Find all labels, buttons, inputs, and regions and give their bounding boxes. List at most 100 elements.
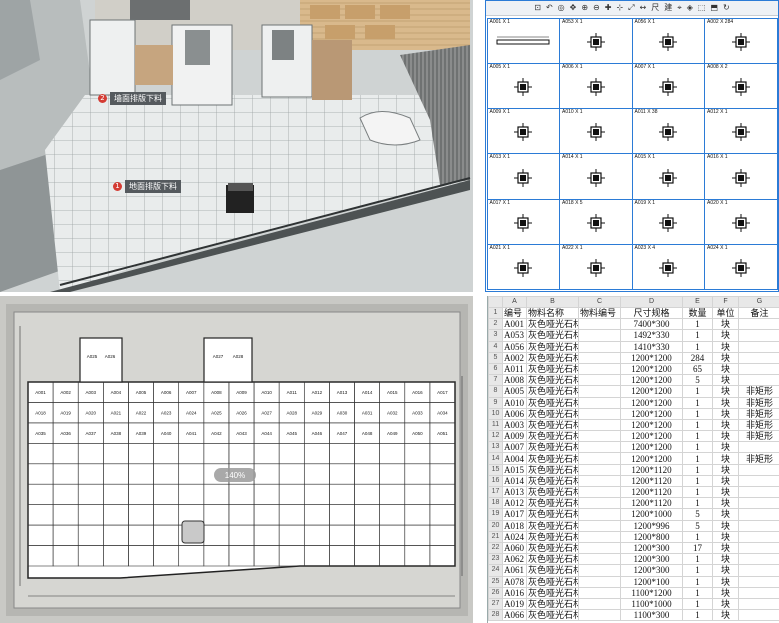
table-cell[interactable]: A012	[502, 497, 527, 510]
table-cell[interactable]	[578, 474, 621, 488]
table-cell[interactable]: 灰色哑光石材	[526, 575, 579, 588]
table-cell[interactable]: A007	[502, 441, 527, 454]
table-cell[interactable]: 17	[682, 541, 713, 555]
table-cell[interactable]: 编号	[502, 306, 527, 320]
table-row[interactable]: 23 A062 灰色哑光石材 1200*300 1 块	[488, 553, 779, 566]
table-cell[interactable]: 1	[682, 318, 713, 331]
table-cell[interactable]	[738, 597, 779, 611]
tile-drawing-cell[interactable]: A010 X 1	[559, 108, 633, 155]
row-number[interactable]: 5	[488, 351, 503, 364]
table-cell[interactable]	[738, 362, 779, 376]
row-number[interactable]: 2	[488, 318, 503, 331]
table-cell[interactable]	[738, 463, 779, 476]
row-number[interactable]: 13	[488, 441, 503, 454]
table-cell[interactable]: 块	[712, 351, 739, 364]
table-cell[interactable]: 1	[682, 553, 713, 566]
table-row[interactable]: 7 A008 灰色哑光石材 1200*1200 5 块	[488, 374, 779, 387]
tile-drawing-cell[interactable]: A020 X 1	[704, 198, 778, 246]
toolbar-tool-icon[interactable]: ⊖	[593, 2, 600, 14]
row-number[interactable]: 20	[488, 519, 503, 532]
table-cell[interactable]: 灰色哑光石材	[526, 374, 579, 387]
row-number[interactable]: 9	[488, 396, 503, 409]
table-cell[interactable]: 灰色哑光石材	[526, 407, 579, 420]
table-cell[interactable]	[738, 318, 779, 331]
table-cell[interactable]	[738, 474, 779, 488]
table-cell[interactable]: 块	[712, 430, 739, 443]
column-header[interactable]: D	[620, 296, 683, 308]
column-header[interactable]: B	[526, 296, 579, 308]
material-spreadsheet[interactable]: A B C D E F G 1 编号 物料名称 物料编号 尺寸规格 数量 单位 备注 2 A001 灰色哑光石材 7…	[487, 296, 779, 623]
column-header[interactable]: E	[682, 296, 713, 308]
table-cell[interactable]: 灰色哑光石材	[526, 329, 579, 342]
column-header[interactable]: C	[578, 296, 621, 308]
table-cell[interactable]	[738, 497, 779, 510]
toolbar-tool-icon[interactable]: ✥	[570, 2, 577, 14]
table-cell[interactable]: 灰色哑光石材	[526, 385, 579, 398]
table-cell[interactable]: 数量	[682, 306, 713, 320]
table-cell[interactable]: 块	[712, 609, 739, 622]
toolbar-tool-icon[interactable]: ◎	[558, 2, 565, 14]
table-cell[interactable]	[578, 340, 621, 353]
row-number[interactable]: 19	[488, 508, 503, 521]
row-number[interactable]: 7	[488, 374, 503, 387]
toolbar-tool-icon[interactable]: 尺	[651, 2, 659, 14]
table-cell[interactable]: 块	[712, 575, 739, 588]
table-cell[interactable]: 1	[682, 441, 713, 454]
table-cell[interactable]: 284	[682, 351, 713, 364]
table-row[interactable]: 21 A024 灰色哑光石材 1200*800 1 块	[488, 530, 779, 543]
table-cell[interactable]: A015	[502, 463, 527, 476]
table-cell[interactable]: 块	[712, 564, 739, 577]
table-cell[interactable]: 灰色哑光石材	[526, 508, 579, 521]
table-cell[interactable]: 尺寸规格	[620, 306, 683, 320]
table-cell[interactable]	[578, 418, 621, 432]
table-cell[interactable]: 1200*1200	[620, 385, 683, 398]
tile-drawing-cell[interactable]: A006 X 1	[559, 62, 633, 110]
table-row[interactable]: 19 A017 灰色哑光石材 1200*1000 5 块	[488, 508, 779, 521]
table-cell[interactable]: 1200*996	[620, 519, 683, 532]
toolbar-tool-icon[interactable]: ↔	[640, 2, 647, 14]
tile-drawing-cell[interactable]: A018 X 5	[559, 198, 633, 246]
table-cell[interactable]: 灰色哑光石材	[526, 340, 579, 353]
table-cell[interactable]: 灰色哑光石材	[526, 362, 579, 376]
table-cell[interactable]: 块	[712, 597, 739, 611]
table-cell[interactable]: 块	[712, 407, 739, 420]
table-cell[interactable]: 1	[682, 597, 713, 611]
table-cell[interactable]: 1	[682, 575, 713, 588]
tile-drawing-cell[interactable]: A056 X 1	[631, 17, 705, 64]
table-row[interactable]: 18 A012 灰色哑光石材 1200*1120 1 块	[488, 497, 779, 510]
table-cell[interactable]: A078	[502, 575, 527, 588]
row-number[interactable]: 14	[488, 452, 503, 465]
table-cell[interactable]: 灰色哑光石材	[526, 441, 579, 454]
table-row[interactable]: 20 A018 灰色哑光石材 1200*996 5 块	[488, 519, 779, 532]
table-cell[interactable]: 1200*1200	[620, 396, 683, 409]
toolbar-tool-icon[interactable]: ✚	[605, 2, 612, 14]
table-cell[interactable]: 灰色哑光石材	[526, 609, 579, 622]
tile-drawing-cell[interactable]: A019 X 1	[631, 198, 705, 246]
table-cell[interactable]	[578, 541, 621, 555]
row-number[interactable]: 24	[488, 564, 503, 577]
table-cell[interactable]: 1200*100	[620, 575, 683, 588]
table-row[interactable]: 8 A005 灰色哑光石材 1200*1200 1 块非矩形	[488, 385, 779, 398]
table-cell[interactable]: 1200*1200	[620, 430, 683, 443]
row-number[interactable]: 26	[488, 586, 503, 599]
table-cell[interactable]: A053	[502, 329, 527, 342]
table-row[interactable]: 1 编号 物料名称 物料编号 尺寸规格 数量 单位 备注	[488, 306, 779, 320]
table-row[interactable]: 15 A015 灰色哑光石材 1200*1120 1 块	[488, 463, 779, 476]
tile-drawing-cell[interactable]: A015 X 1	[631, 153, 705, 200]
table-cell[interactable]	[738, 575, 779, 588]
table-cell[interactable]	[578, 575, 621, 588]
table-cell[interactable]: 灰色哑光石材	[526, 530, 579, 543]
table-cell[interactable]: 1200*1120	[620, 485, 683, 499]
row-number[interactable]: 21	[488, 530, 503, 543]
table-cell[interactable]: A004	[502, 452, 527, 465]
table-cell[interactable]: 1200*1200	[620, 362, 683, 376]
table-row[interactable]: 3 A053 灰色哑光石材 1492*330 1 块	[488, 329, 779, 342]
table-cell[interactable]: 1200*1200	[620, 418, 683, 432]
tile-drawing-cell[interactable]: A013 X 1	[486, 153, 560, 200]
tile-drawing-cell[interactable]: A016 X 1	[704, 153, 778, 200]
table-cell[interactable]: A060	[502, 541, 527, 555]
table-cell[interactable]	[738, 340, 779, 353]
toolbar-tool-icon[interactable]: ⊹	[616, 2, 623, 14]
table-cell[interactable]: 1	[682, 407, 713, 420]
table-cell[interactable]: A010	[502, 396, 527, 409]
